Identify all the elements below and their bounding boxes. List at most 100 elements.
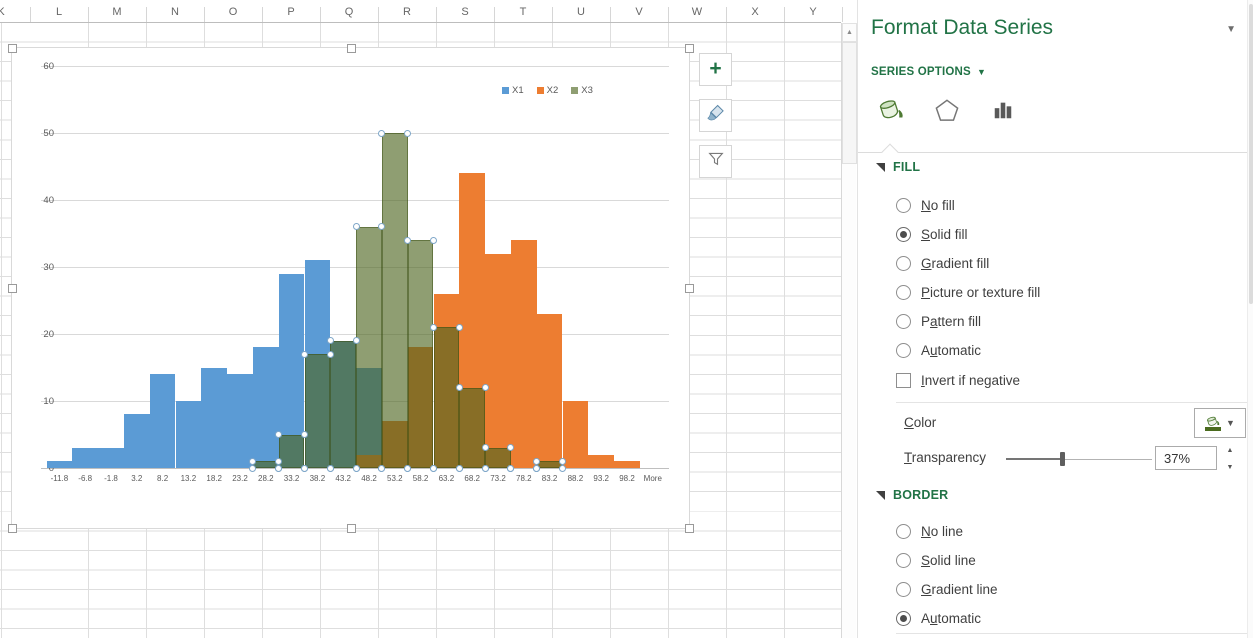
data-point-handle[interactable] <box>327 351 334 358</box>
bar-X3-58.2[interactable] <box>408 240 434 468</box>
data-point-handle[interactable] <box>482 444 489 451</box>
bar-X2-88.2[interactable] <box>563 401 589 468</box>
column-header-M[interactable]: M <box>88 6 146 18</box>
transparency-value-input[interactable]: 37% <box>1155 446 1217 470</box>
column-header-T[interactable]: T <box>494 6 552 18</box>
bar-X1-23.2[interactable] <box>227 374 253 468</box>
chart-resize-handle[interactable] <box>685 44 694 53</box>
data-point-handle[interactable] <box>378 465 385 472</box>
data-point-handle[interactable] <box>404 130 411 137</box>
chart-resize-handle[interactable] <box>347 524 356 533</box>
data-point-handle[interactable] <box>533 465 540 472</box>
bar-X1-13.2[interactable] <box>176 401 202 468</box>
fill-option-automatic[interactable]: Automatic <box>896 336 1040 365</box>
data-point-handle[interactable] <box>404 465 411 472</box>
radio-unselected[interactable] <box>896 524 911 539</box>
border-option-gradient-line[interactable]: Gradient line <box>896 575 998 604</box>
fill-option-picture-or-texture-fill[interactable]: Picture or texture fill <box>896 278 1040 307</box>
column-header-Q[interactable]: Q <box>320 6 378 18</box>
data-point-handle[interactable] <box>507 465 514 472</box>
chart-resize-handle[interactable] <box>8 44 17 53</box>
scrollbar-thumb[interactable] <box>842 42 857 164</box>
spinner-up-icon[interactable]: ▲ <box>1227 447 1234 454</box>
bar-X2-83.2[interactable] <box>537 314 563 468</box>
data-point-handle[interactable] <box>353 465 360 472</box>
column-header-P[interactable]: P <box>262 6 320 18</box>
series-options-dropdown[interactable]: SERIES OPTIONS▼ <box>871 66 986 78</box>
column-header-R[interactable]: R <box>378 6 436 18</box>
chart-elements-button[interactable]: + <box>699 53 732 86</box>
column-header-Y[interactable]: Y <box>784 6 842 18</box>
data-point-handle[interactable] <box>353 337 360 344</box>
data-point-handle[interactable] <box>301 351 308 358</box>
bar-X1-3.2[interactable] <box>124 414 150 468</box>
column-header-U[interactable]: U <box>552 6 610 18</box>
data-point-handle[interactable] <box>456 465 463 472</box>
border-section-header[interactable]: BORDER <box>876 488 948 502</box>
spinner-down-icon[interactable]: ▼ <box>1227 464 1234 471</box>
invert-if-negative-row[interactable]: Invert if negative <box>896 366 1020 395</box>
data-point-handle[interactable] <box>353 223 360 230</box>
data-point-handle[interactable] <box>327 465 334 472</box>
column-header-L[interactable]: L <box>30 6 88 18</box>
border-option-no-line[interactable]: No line <box>896 517 998 546</box>
radio-unselected[interactable] <box>896 582 911 597</box>
radio-unselected[interactable] <box>896 553 911 568</box>
slider-thumb[interactable] <box>1060 452 1065 466</box>
bar-X3-68.2[interactable] <box>459 388 485 468</box>
bar-X1--11.8[interactable] <box>47 461 73 468</box>
bar-X3-38.2[interactable] <box>305 354 331 468</box>
fill-color-button[interactable]: ▼ <box>1194 408 1246 438</box>
radio-unselected[interactable] <box>896 256 911 271</box>
data-point-handle[interactable] <box>404 237 411 244</box>
legend-item-X1[interactable]: X1 <box>502 85 524 96</box>
bar-X1--6.8[interactable] <box>72 448 98 468</box>
legend-item-X3[interactable]: X3 <box>571 85 593 96</box>
invert-if-negative-checkbox[interactable] <box>896 373 911 388</box>
column-header-W[interactable]: W <box>668 6 726 18</box>
pane-scrollbar-thumb[interactable] <box>1249 4 1253 304</box>
radio-selected[interactable] <box>896 227 911 242</box>
bar-X1-18.2[interactable] <box>201 368 227 469</box>
data-point-handle[interactable] <box>533 458 540 465</box>
data-point-handle[interactable] <box>378 130 385 137</box>
data-point-handle[interactable] <box>327 337 334 344</box>
bar-X3-48.2[interactable] <box>356 227 382 468</box>
data-point-handle[interactable] <box>275 465 282 472</box>
chart-filters-button[interactable] <box>699 145 732 178</box>
chart-styles-button[interactable] <box>699 99 732 132</box>
data-point-handle[interactable] <box>482 465 489 472</box>
column-header-K[interactable]: K <box>0 6 30 18</box>
bar-X1--1.8[interactable] <box>98 448 124 468</box>
fill-option-solid-fill[interactable]: Solid fill <box>896 220 1040 249</box>
data-point-handle[interactable] <box>430 324 437 331</box>
fill-option-pattern-fill[interactable]: Pattern fill <box>896 307 1040 336</box>
bar-X1-8.2[interactable] <box>150 374 176 468</box>
column-header-X[interactable]: X <box>726 6 784 18</box>
fill-section-header[interactable]: FILL <box>876 160 920 174</box>
radio-unselected[interactable] <box>896 343 911 358</box>
border-option-solid-line[interactable]: Solid line <box>896 546 998 575</box>
chart-resize-handle[interactable] <box>685 524 694 533</box>
bar-X3-43.2[interactable] <box>330 341 356 468</box>
data-point-handle[interactable] <box>456 324 463 331</box>
column-header-N[interactable]: N <box>146 6 204 18</box>
scroll-up-arrow[interactable]: ▲ <box>842 23 857 42</box>
radio-unselected[interactable] <box>896 285 911 300</box>
bar-X1-28.2[interactable] <box>253 347 279 468</box>
data-point-handle[interactable] <box>275 458 282 465</box>
tab-effects[interactable] <box>930 96 964 128</box>
column-header-V[interactable]: V <box>610 6 668 18</box>
tab-series-options[interactable] <box>986 96 1020 128</box>
chart-legend[interactable]: X1 X2 X3 <box>502 85 593 96</box>
bar-X3-53.2[interactable] <box>382 133 408 468</box>
tab-fill-line[interactable] <box>874 96 908 128</box>
legend-item-X2[interactable]: X2 <box>537 85 559 96</box>
chart-object[interactable]: 0102030405060-11.8-6.8-1.83.28.213.218.2… <box>11 47 690 529</box>
column-header-S[interactable]: S <box>436 6 494 18</box>
bar-X3-73.2[interactable] <box>485 448 511 468</box>
pane-menu-arrow-icon[interactable]: ▼ <box>1226 24 1236 35</box>
data-point-handle[interactable] <box>456 384 463 391</box>
transparency-spinner[interactable]: ▲ ▼ <box>1224 447 1236 471</box>
bar-X3-33.2[interactable] <box>279 435 305 469</box>
